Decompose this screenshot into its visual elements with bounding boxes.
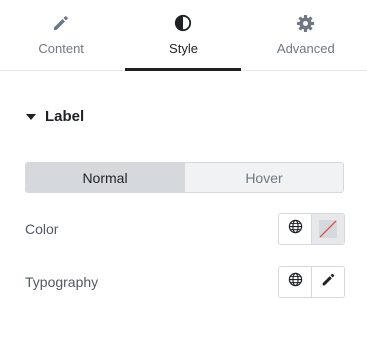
section-title: Label — [45, 108, 85, 125]
color-actions — [278, 213, 345, 245]
color-label: Color — [25, 221, 59, 237]
tab-content[interactable]: Content — [0, 0, 122, 70]
typography-control: Typography — [25, 266, 345, 298]
state-hover-button[interactable]: Hover — [184, 163, 343, 192]
tab-style[interactable]: Style — [122, 0, 244, 71]
empty-color-swatch-icon — [319, 220, 337, 238]
typography-label: Typography — [25, 274, 99, 290]
typography-edit-button[interactable] — [311, 267, 344, 297]
globe-icon — [288, 219, 303, 239]
tab-advanced-label: Advanced — [276, 41, 335, 56]
state-switcher: Normal Hover — [25, 162, 344, 193]
globe-icon — [288, 272, 303, 292]
caret-down-icon — [26, 114, 36, 120]
state-normal-button[interactable]: Normal — [26, 163, 184, 192]
half-circle-icon — [173, 13, 193, 33]
pencil-icon — [51, 13, 71, 33]
typography-actions — [278, 266, 345, 298]
section-label-toggle[interactable]: Label — [26, 108, 84, 125]
active-tab-indicator — [125, 68, 241, 71]
gear-icon — [296, 13, 316, 33]
typography-global-button[interactable] — [279, 267, 311, 297]
tab-style-label: Style — [169, 41, 198, 56]
color-control: Color — [25, 213, 345, 245]
editor-panel: Content Style Advanced Label Normal Hove… — [0, 0, 367, 345]
color-global-button[interactable] — [279, 214, 311, 244]
color-picker-button[interactable] — [311, 214, 344, 244]
panel-tabs: Content Style Advanced — [0, 0, 367, 71]
tab-content-label: Content — [38, 41, 84, 56]
tab-advanced[interactable]: Advanced — [245, 0, 367, 70]
pencil-icon — [321, 272, 336, 292]
